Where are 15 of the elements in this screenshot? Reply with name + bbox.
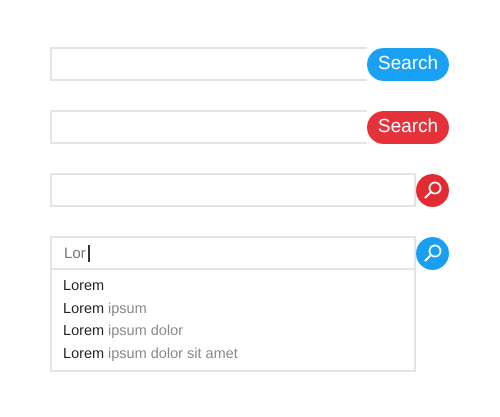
search-field[interactable] (50, 47, 367, 81)
search-icon (422, 180, 442, 200)
suggestion-item[interactable]: Lorem ipsum dolor (63, 320, 414, 342)
search-button[interactable]: Search (367, 110, 449, 144)
search-field[interactable] (50, 110, 367, 144)
suggestion-item[interactable]: Lorem (63, 275, 414, 298)
search-field[interactable] (50, 173, 416, 207)
search-button[interactable] (416, 236, 449, 270)
search-field[interactable]: Lor (50, 236, 416, 270)
search-button[interactable] (416, 174, 449, 206)
typed-text: Lor (64, 244, 86, 262)
suggestion-item[interactable]: Lorem ipsum (63, 298, 414, 320)
search-icon (422, 243, 442, 263)
suggestion-item[interactable]: Lorem ipsum dolor sit amet (63, 342, 414, 365)
text-cursor (88, 244, 90, 262)
